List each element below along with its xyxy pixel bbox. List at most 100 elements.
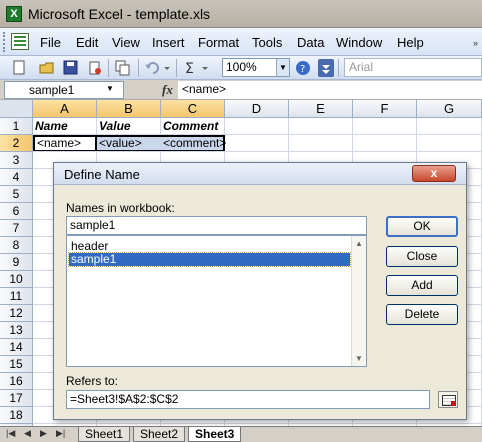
names-list[interactable]: header sample1 ▲ ▼ <box>66 235 367 367</box>
menu-format[interactable]: Format <box>198 35 239 50</box>
prev-sheet-icon[interactable]: ◀ <box>24 428 31 439</box>
menu-file[interactable]: File <box>40 35 61 50</box>
menu-data[interactable]: Data <box>297 35 324 50</box>
chevron-down-icon[interactable]: ▼ <box>276 59 289 76</box>
delete-button[interactable]: Delete <box>386 304 458 325</box>
col-header-d[interactable]: D <box>225 100 289 118</box>
help-icon[interactable]: ? <box>294 59 312 77</box>
toolbar-options-icon[interactable] <box>318 59 334 77</box>
row-header-16[interactable]: 16 <box>0 373 33 390</box>
sheet-tab-sheet3[interactable]: Sheet3 <box>188 427 242 442</box>
toolbar-separator <box>108 59 109 77</box>
scroll-down-icon[interactable]: ▼ <box>355 354 363 363</box>
first-sheet-icon[interactable]: |◀ <box>6 428 15 439</box>
cell-a2[interactable]: <name> <box>33 135 97 152</box>
cell-c1[interactable]: Comment <box>161 118 225 135</box>
names-in-workbook-label: Names in workbook: <box>66 201 175 215</box>
save-icon[interactable] <box>62 59 80 77</box>
zoom-value: 100% <box>226 60 257 74</box>
row-header-10[interactable]: 10 <box>0 271 33 288</box>
standard-toolbar: Σ 100% ▼ ? Arial <box>0 56 482 80</box>
refers-to-label: Refers to: <box>66 374 119 388</box>
list-item-sample1[interactable]: sample1 <box>68 252 351 267</box>
add-button[interactable]: Add <box>386 275 458 296</box>
row-header-13[interactable]: 13 <box>0 322 33 339</box>
row-header-18[interactable]: 18 <box>0 407 33 424</box>
menu-help[interactable]: Help <box>397 35 424 50</box>
define-name-dialog: Define Name x Names in workbook: sample1… <box>53 162 467 420</box>
menu-grip-icon[interactable] <box>3 32 7 52</box>
row-header-4[interactable]: 4 <box>0 169 33 186</box>
toolbar-separator <box>338 59 339 77</box>
row-header-6[interactable]: 6 <box>0 203 33 220</box>
next-sheet-icon[interactable]: ▶ <box>40 428 47 439</box>
formula-bar: sample1 ▼ fx <name> <box>0 80 482 100</box>
open-icon[interactable] <box>38 59 56 77</box>
name-box-dropdown-icon[interactable]: ▼ <box>104 81 116 97</box>
permission-icon[interactable] <box>86 59 104 77</box>
formula-input[interactable]: <name> <box>178 81 482 99</box>
dialog-title: Define Name <box>64 167 140 182</box>
menu-edit[interactable]: Edit <box>76 35 98 50</box>
menu-window[interactable]: Window <box>336 35 382 50</box>
row-header-9[interactable]: 9 <box>0 254 33 271</box>
workbook-icon[interactable] <box>11 33 29 50</box>
name-input[interactable]: sample1 <box>66 216 367 235</box>
grid-row-line <box>33 151 482 152</box>
undo-dropdown-icon[interactable] <box>162 59 180 77</box>
col-header-b[interactable]: B <box>97 100 161 118</box>
row-header-14[interactable]: 14 <box>0 339 33 356</box>
sheet-tab-sheet1[interactable]: Sheet1 <box>78 427 131 442</box>
sheet-tab-sheet2[interactable]: Sheet2 <box>133 427 186 442</box>
menu-overflow-icon[interactable]: » <box>473 38 478 48</box>
autosum-icon[interactable]: Σ <box>182 59 200 77</box>
svg-text:Σ: Σ <box>185 61 194 77</box>
select-all-corner[interactable] <box>0 100 33 118</box>
autosum-dropdown-icon[interactable] <box>200 59 218 77</box>
col-header-c[interactable]: C <box>161 100 225 118</box>
col-header-a[interactable]: A <box>33 100 97 118</box>
col-header-f[interactable]: F <box>353 100 417 118</box>
cell-b2[interactable]: <value> <box>97 135 161 152</box>
col-header-g[interactable]: G <box>417 100 482 118</box>
row-header-5[interactable]: 5 <box>0 186 33 203</box>
menu-tools[interactable]: Tools <box>252 35 282 50</box>
zoom-select[interactable]: 100% ▼ <box>222 58 290 77</box>
row-header-17[interactable]: 17 <box>0 390 33 407</box>
grid-row-line <box>33 134 482 135</box>
row-header-7[interactable]: 7 <box>0 220 33 237</box>
col-header-e[interactable]: E <box>289 100 353 118</box>
refers-to-input[interactable]: =Sheet3!$A$2:$C$2 <box>66 390 430 409</box>
menu-insert[interactable]: Insert <box>152 35 185 50</box>
toolbar-separator <box>138 59 139 77</box>
ok-button[interactable]: OK <box>386 216 458 237</box>
title-bar: X Microsoft Excel - template.xls <box>0 0 482 28</box>
scroll-up-icon[interactable]: ▲ <box>355 239 363 248</box>
row-header-1[interactable]: 1 <box>0 118 33 135</box>
last-sheet-icon[interactable]: ▶| <box>56 428 65 439</box>
new-icon[interactable] <box>10 59 28 77</box>
list-scrollbar[interactable]: ▲ ▼ <box>351 236 366 366</box>
copy-icon[interactable] <box>114 59 132 77</box>
close-button[interactable]: Close <box>386 246 458 267</box>
sheet-tab-bar: |◀ ◀ ▶ ▶| Sheet1 Sheet2 Sheet3 <box>0 426 482 442</box>
undo-icon[interactable] <box>144 59 162 77</box>
excel-icon[interactable]: X <box>6 6 22 22</box>
collapse-dialog-icon[interactable] <box>438 391 458 408</box>
toolbar-separator <box>176 59 177 77</box>
dialog-title-bar[interactable]: Define Name x <box>54 163 466 185</box>
row-header-11[interactable]: 11 <box>0 288 33 305</box>
cell-a1[interactable]: Name <box>33 118 97 135</box>
close-icon[interactable]: x <box>412 165 456 182</box>
svg-text:?: ? <box>300 64 305 75</box>
menu-view[interactable]: View <box>112 35 140 50</box>
font-select[interactable]: Arial <box>344 58 482 77</box>
cell-b1[interactable]: Value <box>97 118 161 135</box>
row-header-12[interactable]: 12 <box>0 305 33 322</box>
row-header-15[interactable]: 15 <box>0 356 33 373</box>
row-header-8[interactable]: 8 <box>0 237 33 254</box>
cell-c2[interactable]: <comment> <box>161 135 226 152</box>
row-header-2[interactable]: 2 <box>0 135 33 152</box>
insert-function-icon[interactable]: fx <box>162 82 173 98</box>
row-header-3[interactable]: 3 <box>0 152 33 169</box>
